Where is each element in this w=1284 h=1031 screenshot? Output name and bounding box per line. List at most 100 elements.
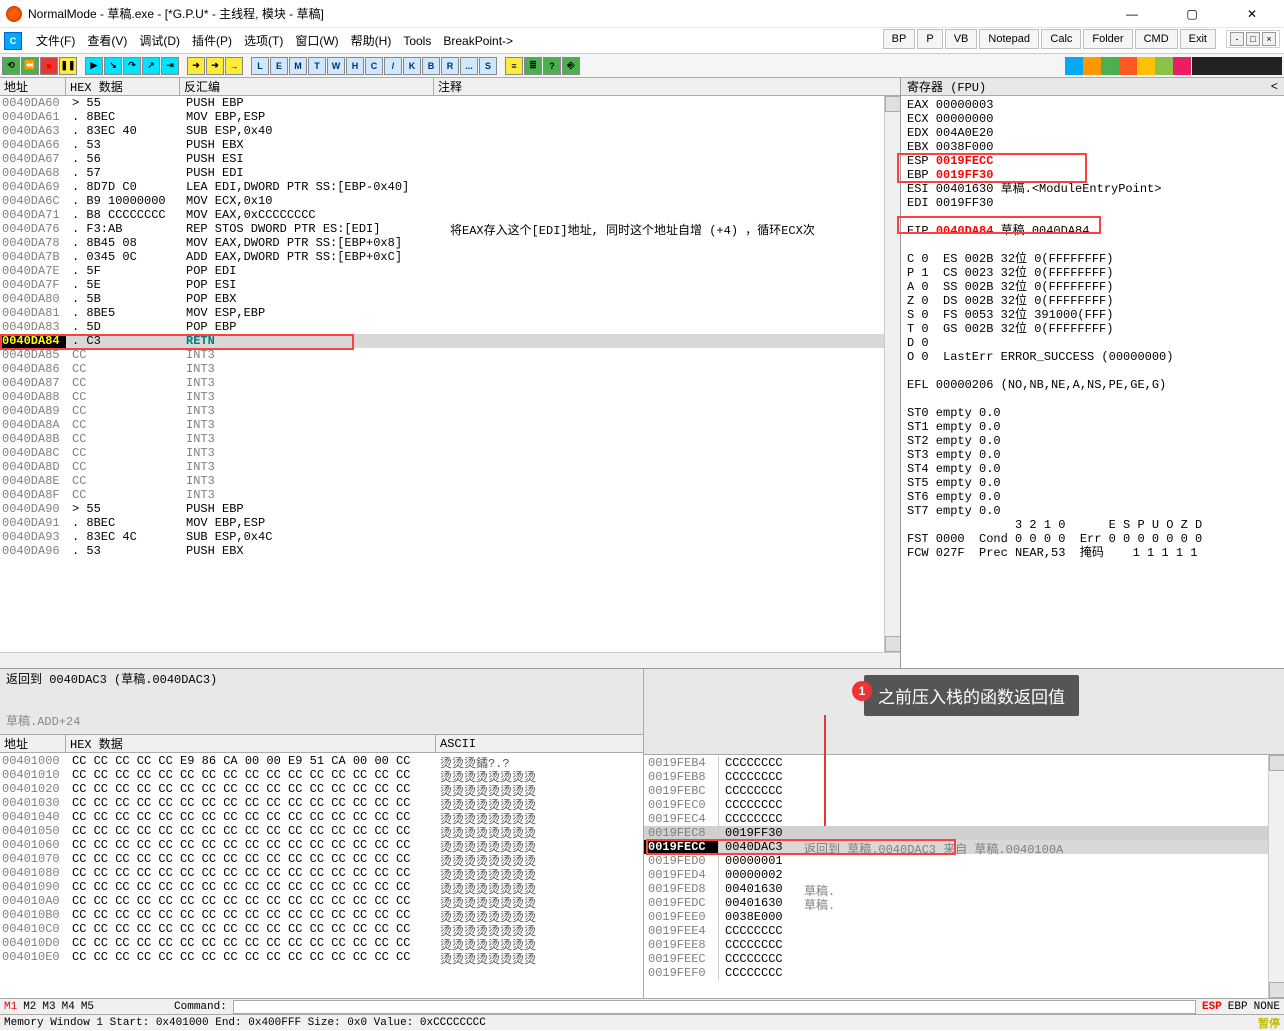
stack-row[interactable]: 0019FEC4CCCCCCCC [644, 812, 1284, 826]
sb-m1[interactable]: M1 [4, 1001, 17, 1013]
disasm-row[interactable]: 0040DA80. 5BPOP EBX [0, 292, 900, 306]
stack-row[interactable]: 0019FED400000002 [644, 868, 1284, 882]
maximize-button[interactable]: ▢ [1172, 7, 1212, 21]
disasm-row[interactable]: 0040DA7E. 5FPOP EDI [0, 264, 900, 278]
c-icon[interactable]: C [4, 32, 22, 50]
register-row[interactable]: ST1 empty 0.0 [907, 420, 1278, 434]
hex-row[interactable]: 004010C0CC CC CC CC CC CC CC CC CC CC CC… [0, 922, 643, 936]
sb-ebp[interactable]: EBP [1228, 1001, 1248, 1013]
disasm-row[interactable]: 0040DA6C. B9 10000000MOV ECX,0x10 [0, 194, 900, 208]
header-hex[interactable]: HEX 数据 [66, 78, 180, 95]
disasm-row[interactable]: 0040DA69. 8D7D C0LEA EDI,DWORD PTR SS:[E… [0, 180, 900, 194]
stack-row[interactable]: 0019FED000000001 [644, 854, 1284, 868]
toolbar-r-button[interactable]: R [441, 57, 459, 75]
trace2-icon[interactable]: ➜ [206, 57, 224, 75]
register-row[interactable]: ST3 empty 0.0 [907, 448, 1278, 462]
toolbar-k-button[interactable]: K [403, 57, 421, 75]
disasm-row[interactable]: 0040DA78. 8B45 08MOV EAX,DWORD PTR SS:[E… [0, 236, 900, 250]
close-button[interactable]: ✕ [1232, 7, 1272, 21]
register-row[interactable]: ESI 00401630 草稿.<ModuleEntryPoint> [907, 182, 1278, 196]
register-row[interactable]: EIP 0040DA84 草稿.0040DA84 [907, 224, 1278, 238]
panel-color-5[interactable] [1137, 57, 1155, 75]
stack-row[interactable]: 0019FEC0CCCCCCCC [644, 798, 1284, 812]
stack-row[interactable]: 0019FECC0040DAC3返回到 草稿.0040DAC3 来自 草稿.00… [644, 840, 1284, 854]
toolbar-/-button[interactable]: / [384, 57, 402, 75]
btn-p[interactable]: P [917, 29, 942, 49]
panel-slot-5[interactable] [1264, 57, 1282, 75]
disasm-row[interactable]: 0040DA7B. 0345 0CADD EAX,DWORD PTR SS:[E… [0, 250, 900, 264]
stop-icon[interactable]: ■ [40, 57, 58, 75]
menu-window[interactable]: 窗口(W) [289, 30, 344, 51]
disasm-row[interactable]: 0040DA63. 83EC 40SUB ESP,0x40 [0, 124, 900, 138]
sb-none[interactable]: NONE [1254, 1001, 1280, 1013]
opt3-icon[interactable]: ? [543, 57, 561, 75]
opt1-icon[interactable]: ≡ [505, 57, 523, 75]
register-row[interactable]: ST4 empty 0.0 [907, 462, 1278, 476]
register-row[interactable]: EDX 004A0E20 [907, 126, 1278, 140]
hex-row[interactable]: 00401080CC CC CC CC CC CC CC CC CC CC CC… [0, 866, 643, 880]
register-row[interactable]: FST 0000 Cond 0 0 0 0 Err 0 0 0 0 0 0 0 [907, 532, 1278, 546]
register-row[interactable]: A 0 SS 002B 32位 0(FFFFFFFF) [907, 280, 1278, 294]
toolbar-s-button[interactable]: S [479, 57, 497, 75]
panel-slot-2[interactable] [1210, 57, 1228, 75]
disasm-row[interactable]: 0040DA8F CCINT3 [0, 488, 900, 502]
sb-m4[interactable]: M4 [62, 1001, 75, 1013]
header-addr[interactable]: 地址 [0, 78, 66, 95]
menu-breakpoint[interactable]: BreakPoint-> [437, 32, 519, 50]
btn-cmd[interactable]: CMD [1135, 29, 1178, 49]
hex-header-data[interactable]: HEX 数据 [66, 735, 436, 752]
register-row[interactable]: EDI 0019FF30 [907, 196, 1278, 210]
mdi-min[interactable]: - [1230, 32, 1244, 46]
register-row[interactable]: EFL 00000206 (NO,NB,NE,A,NS,PE,GE,G) [907, 378, 1278, 392]
btn-folder[interactable]: Folder [1083, 29, 1132, 49]
hex-row[interactable]: 00401050CC CC CC CC CC CC CC CC CC CC CC… [0, 824, 643, 838]
menu-tools[interactable]: Tools [397, 32, 437, 50]
register-row[interactable]: ST0 empty 0.0 [907, 406, 1278, 420]
stepover-icon[interactable]: ↷ [123, 57, 141, 75]
toolbar-h-button[interactable]: H [346, 57, 364, 75]
disasm-row[interactable]: 0040DA90> 55PUSH EBP [0, 502, 900, 516]
header-comment[interactable]: 注释 [434, 78, 900, 95]
restart-icon[interactable]: ⟲ [2, 57, 20, 75]
sb-m5[interactable]: M5 [81, 1001, 94, 1013]
scrollbar-h[interactable] [0, 652, 900, 668]
stepinto-icon[interactable]: ↘ [104, 57, 122, 75]
panel-color-1[interactable] [1065, 57, 1083, 75]
register-row[interactable]: ST6 empty 0.0 [907, 490, 1278, 504]
hex-row[interactable]: 00401070CC CC CC CC CC CC CC CC CC CC CC… [0, 852, 643, 866]
disasm-row[interactable]: 0040DA7F. 5EPOP ESI [0, 278, 900, 292]
disasm-row[interactable]: 0040DA60> 55PUSH EBP [0, 96, 900, 110]
panel-slot-1[interactable] [1192, 57, 1210, 75]
opt4-icon[interactable]: ⎆ [562, 57, 580, 75]
stack-row[interactable]: 0019FEE00038E000 [644, 910, 1284, 924]
register-row[interactable]: ST7 empty 0.0 [907, 504, 1278, 518]
hex-row[interactable]: 00401000CC CC CC CC CC E9 86 CA 00 00 E9… [0, 754, 643, 768]
stack-row[interactable]: 0019FEE4CCCCCCCC [644, 924, 1284, 938]
hex-header-addr[interactable]: 地址 [0, 735, 66, 752]
disasm-panel[interactable]: 0040DA60> 55PUSH EBP0040DA61. 8BECMOV EB… [0, 96, 900, 652]
stack-row[interactable]: 0019FEECCCCCCCCC [644, 952, 1284, 966]
run-icon[interactable]: ⇥ [161, 57, 179, 75]
register-row[interactable] [907, 210, 1278, 224]
register-row[interactable]: ST5 empty 0.0 [907, 476, 1278, 490]
menu-plugin[interactable]: 插件(P) [186, 30, 238, 51]
trace-icon[interactable]: ➜ [187, 57, 205, 75]
hex-row[interactable]: 004010E0CC CC CC CC CC CC CC CC CC CC CC… [0, 950, 643, 964]
panel-slot-4[interactable] [1246, 57, 1264, 75]
disasm-row[interactable]: 0040DA8A CCINT3 [0, 418, 900, 432]
toolbar-w-button[interactable]: W [327, 57, 345, 75]
disasm-row[interactable]: 0040DA8B CCINT3 [0, 432, 900, 446]
command-input[interactable] [233, 1000, 1196, 1014]
menu-debug[interactable]: 调试(D) [133, 30, 186, 51]
register-row[interactable] [907, 364, 1278, 378]
hex-row[interactable]: 004010A0CC CC CC CC CC CC CC CC CC CC CC… [0, 894, 643, 908]
disasm-row[interactable]: 0040DA86 CCINT3 [0, 362, 900, 376]
hex-dump[interactable]: 00401000CC CC CC CC CC E9 86 CA 00 00 E9… [0, 753, 643, 998]
register-row[interactable]: O 0 LastErr ERROR_SUCCESS (00000000) [907, 350, 1278, 364]
btn-exit[interactable]: Exit [1180, 29, 1216, 49]
mdi-close[interactable]: × [1262, 32, 1276, 46]
register-row[interactable]: D 0 [907, 336, 1278, 350]
disasm-row[interactable]: 0040DA8C CCINT3 [0, 446, 900, 460]
disasm-row[interactable]: 0040DA84. C3RETN [0, 334, 900, 348]
disasm-row[interactable]: 0040DA88 CCINT3 [0, 390, 900, 404]
